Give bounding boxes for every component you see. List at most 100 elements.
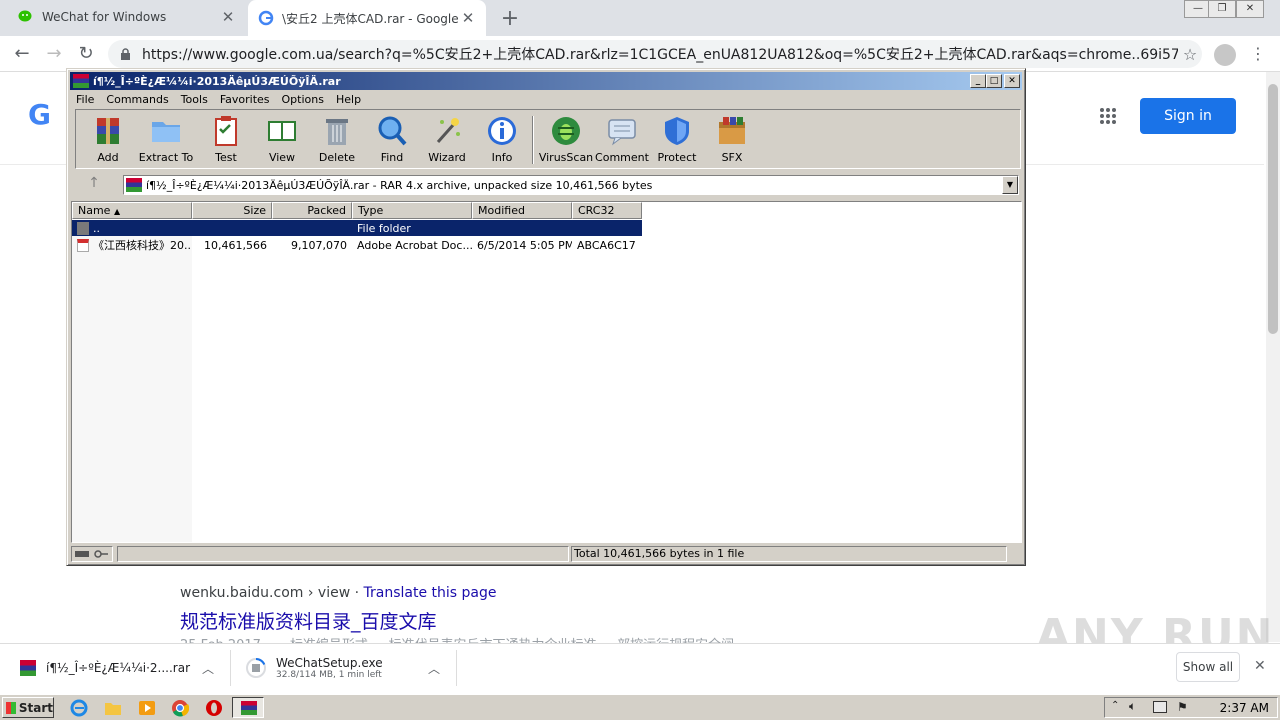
rar-close-icon[interactable]: ✕ [1004,74,1020,88]
result-host: wenku.baidu.com [180,585,304,601]
col-packed-header[interactable]: Packed [272,202,352,219]
back-icon[interactable]: ← [10,42,34,66]
pdf-file-icon [77,238,89,252]
download-name: í¶½_Î÷ºÈ¿Æ¼¼i·2....rar [46,661,191,675]
download-item-rar[interactable]: í¶½_Î÷ºÈ¿Æ¼¼i·2....rar ︿ [20,650,220,686]
archive-path-text: í¶½_Î÷ºÈ¿Æ¼¼i·2013ÄêµÚ3ÆÚÕÿÎÄ.rar - RAR … [146,178,653,192]
menu-options[interactable]: Options [276,91,330,109]
winrar-icon [241,701,257,715]
col-name-header[interactable]: Name ▲ [72,202,192,219]
info-button[interactable]: Info [474,114,530,166]
drive-key-icon[interactable] [71,546,113,562]
windows-taskbar: Start ⌃ 🔈︎ ⚑ 2:37 AM [0,694,1280,720]
clock-time[interactable]: 2:37 AM [1220,701,1269,715]
chevron-down-icon[interactable]: ▼ [1002,176,1018,194]
winrar-icon [73,74,89,88]
comment-button[interactable]: Comment [594,114,650,166]
row-modified: 6/5/2014 5:05 PM [477,238,572,252]
menu-help[interactable]: Help [330,91,367,109]
ie-icon[interactable] [70,699,88,717]
col-type-header[interactable]: Type [352,202,472,219]
add-archive-icon [97,118,119,144]
delete-trash-icon [326,119,348,145]
row-packed: 9,107,070 [291,238,347,252]
delete-label: Delete [318,151,356,164]
delete-button[interactable]: Delete [309,114,365,166]
download-item-wechat[interactable]: WeChatSetup.exe 32.8/114 MB, 1 min left … [246,650,446,686]
toolbar-separator [532,116,534,164]
start-button[interactable]: Start [2,697,54,718]
add-button[interactable]: Add [80,114,136,166]
winrar-titlebar[interactable]: í¶½_Î÷ºÈ¿Æ¼¼i·2013ÄêµÚ3ÆÚÕÿÎÄ.rar _ □ ✕ [70,72,1022,90]
action-center-flag-icon[interactable]: ⚑ [1177,700,1188,714]
sfx-button[interactable]: SFX [704,114,760,166]
find-button[interactable]: Find [364,114,420,166]
archive-file-list[interactable]: Name ▲ Size Packed Type Modified CRC32 .… [71,201,1022,543]
close-tab-icon[interactable]: ✕ [220,8,236,26]
address-bar[interactable]: https://www.google.com.ua/search?q=%5C安丘… [108,40,1202,68]
new-tab-button[interactable]: + [500,6,520,31]
winrar-window: í¶½_Î÷ºÈ¿Æ¼¼i·2013ÄêµÚ3ÆÚÕÿÎÄ.rar _ □ ✕ … [66,68,1026,566]
restore-icon[interactable]: ❐ [1208,0,1236,18]
page-scrollbar[interactable] [1266,72,1280,642]
forward-icon[interactable]: → [42,42,66,66]
sign-in-button[interactable]: Sign in [1140,98,1236,134]
protect-button[interactable]: Protect [649,114,705,166]
tab-wechat[interactable]: WeChat for Windows ✕ [8,0,246,34]
tray-expand-icon[interactable]: ⌃ [1111,700,1119,711]
volume-icon[interactable]: 🔈︎ [1129,699,1136,714]
profile-avatar-icon[interactable] [1214,44,1236,66]
result-title-link[interactable]: 规范标准版资料目录_百度文库 [180,607,437,634]
view-button[interactable]: View [254,114,310,166]
col-modified-header[interactable]: Modified [472,202,572,219]
col-size-header[interactable]: Size [192,202,272,219]
explorer-folder-icon[interactable] [104,699,122,717]
virusscan-label: VirusScan [538,151,594,164]
taskbar-winrar-button[interactable] [232,697,264,718]
close-tab-icon[interactable]: ✕ [460,9,476,27]
download-name: WeChatSetup.exe [276,656,383,670]
find-label: Find [380,151,404,164]
wizard-button[interactable]: Wizard [419,114,475,166]
up-one-level-icon[interactable]: ↑ [79,175,109,195]
media-player-icon[interactable] [138,699,156,717]
rar-maximize-icon[interactable]: □ [986,74,1002,88]
menu-favorites[interactable]: Favorites [214,91,276,109]
close-window-icon[interactable]: ✕ [1236,0,1264,18]
reload-icon[interactable]: ↻ [74,42,98,66]
scrollbar-thumb[interactable] [1268,84,1278,334]
chevron-up-icon[interactable]: ︿ [202,660,214,677]
sfx-box-icon [719,117,745,144]
col-crc-header[interactable]: CRC32 [572,202,642,219]
winrar-toolbar: Add Extract To Test View Delete Find Wiz… [75,109,1021,169]
tab-google-search[interactable]: \安丘2 上壳体CAD.rar - Google Sear ✕ [248,0,486,36]
bookmark-star-icon[interactable]: ☆ [1178,45,1202,64]
menu-file[interactable]: File [70,91,100,109]
result-path: › view · [303,585,364,601]
view-label: View [268,151,296,164]
chevron-up-icon[interactable]: ︿ [428,660,440,677]
menu-tools[interactable]: Tools [175,91,214,109]
table-row[interactable]: 《江西核科技》20... 10,461,566 9,107,070 Adobe … [72,237,642,253]
archive-path-combo[interactable]: í¶½_Î÷ºÈ¿Æ¼¼i·2013ÄêµÚ3ÆÚÕÿÎÄ.rar - RAR … [123,175,1019,195]
rar-minimize-icon[interactable]: _ [970,74,986,88]
google-logo-icon[interactable]: G [28,98,51,131]
network-icon[interactable] [1153,701,1167,713]
table-row[interactable]: .. File folder [72,220,642,236]
virusscan-button[interactable]: VirusScan [538,114,594,166]
opera-icon[interactable] [205,699,223,717]
chrome-menu-icon[interactable]: ⋮ [1250,44,1266,63]
close-shelf-icon[interactable]: ✕ [1254,658,1266,674]
lock-icon [120,48,132,60]
comment-label: Comment [595,151,649,164]
extract-to-button[interactable]: Extract To [134,114,198,166]
test-button[interactable]: Test [198,114,254,166]
google-apps-icon[interactable] [1100,108,1116,124]
show-all-button[interactable]: Show all [1176,652,1240,682]
winrar-statusbar: Total 10,461,566 bytes in 1 file [71,545,1022,563]
chrome-icon[interactable] [171,699,190,717]
translate-link[interactable]: Translate this page [364,585,497,601]
view-book-icon [268,121,296,141]
menu-commands[interactable]: Commands [100,91,174,109]
list-header: Name ▲ Size Packed Type Modified CRC32 [72,202,642,219]
